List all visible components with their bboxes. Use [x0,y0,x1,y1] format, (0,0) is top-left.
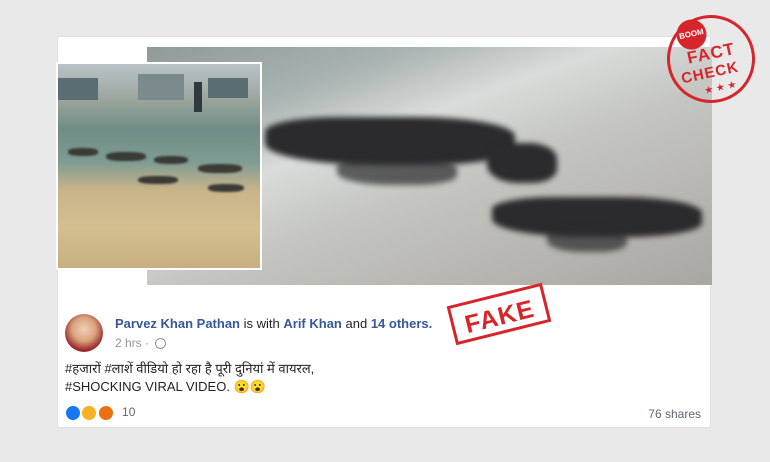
and-text: and [345,316,368,331]
post-text: #हजारों #लाशें वीडियो हो रहा है पूरी दुन… [65,360,314,396]
author-link[interactable]: Parvez Khan Pathan [115,316,240,331]
time-text: 2 hrs [115,336,142,350]
reactions[interactable]: 10 [65,405,135,421]
tagged-user-link[interactable]: Arif Khan [283,316,342,331]
like-reaction-icon [65,405,81,421]
shares-count[interactable]: 76 shares [648,407,701,421]
post-text-line-1: #हजारों #लाशें वीडियो हो रहा है पूरी दुन… [65,361,315,376]
post-timestamp[interactable]: 2 hrs · [115,336,167,350]
globe-icon [155,338,167,350]
stamp-stars: ★ ★ ★ [703,79,738,97]
post-text-line-2: #SHOCKING VIRAL VIDEO. 😮😮 [65,379,266,394]
reaction-count: 10 [122,405,136,420]
angry-reaction-icon [97,405,114,421]
post-header: Parvez Khan Pathan is with Arif Khan and… [115,316,432,331]
with-text: is with [243,316,280,331]
post-content: Parvez Khan Pathan is with Arif Khan and… [57,300,711,428]
others-link[interactable]: 14 others. [371,316,432,331]
avatar[interactable] [65,314,103,352]
inset-beach-image [56,62,262,270]
sad-reaction-icon [81,405,98,421]
